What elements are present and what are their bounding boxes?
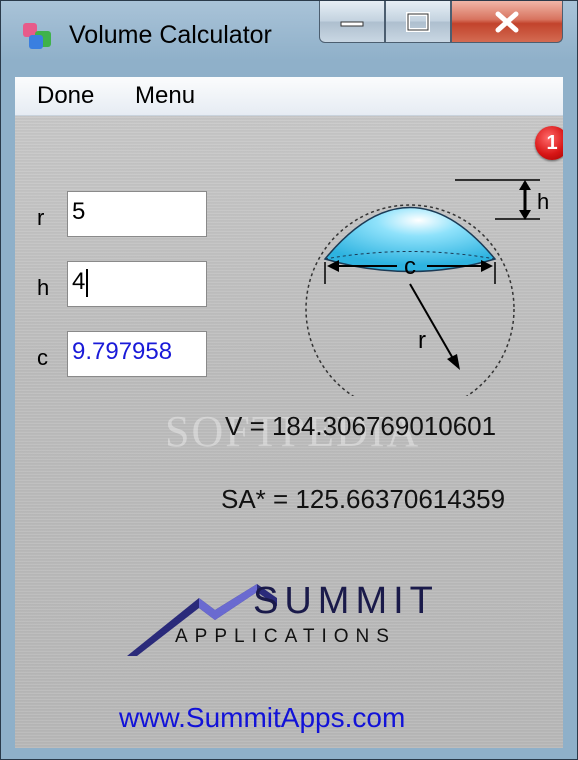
close-button[interactable] [451, 1, 563, 43]
logo-word: SUMMIT [253, 580, 439, 622]
website-link[interactable]: www.SummitApps.com [119, 702, 405, 734]
window-title: Volume Calculator [69, 21, 272, 49]
menu-bar: Done Menu [15, 77, 563, 116]
diagram-label-c: c [404, 253, 416, 280]
text-cursor [86, 268, 89, 297]
diagram-label-r: r [418, 327, 426, 354]
close-icon [495, 11, 519, 32]
volume-result: V = 184.306769010601 [225, 411, 497, 441]
calculator-panel: 1 r 5 h 4 c 9.797958 h c r SOFTPEDIA V =… [15, 116, 563, 748]
logo-subtitle: APPLICATIONS [175, 626, 396, 647]
maximize-button[interactable] [385, 1, 451, 43]
minimize-button[interactable] [319, 1, 385, 43]
chord-label: c [37, 345, 48, 370]
menu-menu[interactable]: Menu [135, 82, 195, 110]
spherical-cap-diagram: h c r [305, 179, 549, 396]
menu-done[interactable]: Done [37, 82, 94, 110]
maximize-icon [406, 11, 430, 32]
radius-label: r [37, 205, 45, 230]
chord-input[interactable]: 9.797958 [67, 331, 207, 377]
surface-area-result: SA* = 125.66370614359 [221, 484, 506, 514]
diagram-label-h: h [537, 189, 549, 214]
app-window: Volume Calculator Done Menu 1 r 5 h 4 c … [0, 0, 578, 760]
notification-badge[interactable]: 1 [535, 126, 563, 160]
title-bar[interactable]: Volume Calculator [1, 1, 577, 77]
radius-input[interactable]: 5 [67, 191, 207, 237]
minimize-icon [340, 21, 364, 26]
height-label: h [37, 275, 50, 300]
summit-logo: SUMMIT APPLICATIONS [127, 576, 467, 676]
height-input[interactable]: 4 [67, 261, 207, 307]
app-icon [23, 23, 51, 49]
